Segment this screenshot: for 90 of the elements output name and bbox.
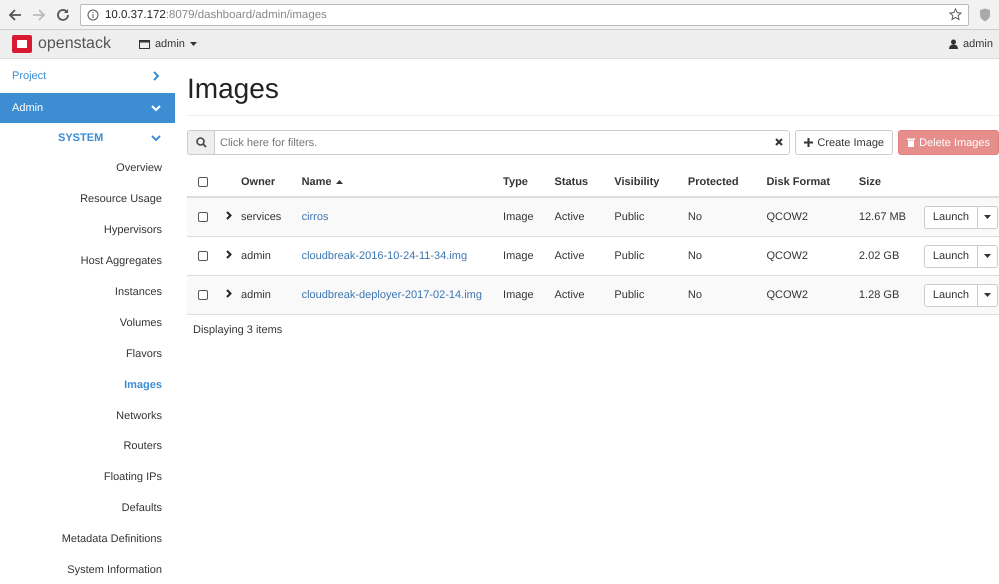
table-cell: 1.28 GB — [858, 289, 900, 301]
project-dropdown[interactable]: admin — [136, 36, 199, 52]
column-header[interactable]: Name — [302, 176, 332, 188]
column-header: Size — [858, 176, 881, 188]
star-icon[interactable] — [949, 8, 962, 21]
column-header: Visibility — [614, 176, 660, 188]
monitor-icon — [138, 40, 150, 48]
sidebar-item[interactable]: System Information — [67, 564, 162, 576]
chevron-icon — [151, 103, 161, 113]
sidebar-panel[interactable]: Admin — [0, 93, 175, 123]
launch-button[interactable]: Launch — [924, 244, 978, 268]
table-cell: Image — [503, 289, 534, 301]
actions-dropdown[interactable] — [978, 244, 998, 268]
column-header: Status — [554, 176, 588, 188]
expand-icon[interactable] — [226, 250, 232, 259]
table-cell: services — [240, 211, 282, 223]
table-cell: Active — [554, 289, 585, 301]
sidebar-item[interactable]: Metadata Definitions — [62, 533, 162, 546]
trash-icon — [907, 138, 916, 147]
logo-icon — [12, 35, 32, 53]
image-link[interactable]: cloudbreak-deployer-2017-02-14.img — [302, 289, 482, 301]
url-field[interactable]: 10.0.37.172:8079/dashboard/admin/images — [80, 4, 969, 26]
chevron-icon — [151, 133, 161, 143]
launch-button[interactable]: Launch — [924, 284, 978, 306]
actions-dropdown[interactable] — [978, 206, 998, 228]
table-cell: admin — [240, 289, 271, 301]
table-cell: 12.67 MB — [858, 211, 906, 223]
expand-icon[interactable] — [226, 211, 232, 220]
caret-icon — [190, 42, 197, 46]
clear-icon[interactable] — [775, 138, 784, 146]
select-all-checkbox[interactable] — [198, 176, 208, 187]
expand-icon[interactable] — [226, 289, 232, 298]
table-cell: QCOW2 — [766, 211, 808, 223]
table-cell: Active — [554, 250, 585, 262]
sidebar-item[interactable]: Instances — [114, 286, 162, 298]
sidebar-group[interactable]: SYSTEM — [0, 123, 175, 153]
table-cell: Active — [554, 211, 585, 223]
sidebar-item[interactable]: Host Aggregates — [80, 255, 162, 268]
table-cell: 2.02 GB — [858, 250, 900, 262]
row-checkbox[interactable] — [198, 251, 208, 262]
column-header: Type — [503, 176, 528, 188]
reload-icon[interactable] — [56, 8, 70, 22]
image-link[interactable]: cirros — [302, 211, 328, 223]
table-cell: Public — [614, 211, 644, 223]
row-checkbox[interactable] — [198, 212, 208, 222]
sidebar-item[interactable]: Defaults — [122, 502, 162, 514]
caret-icon — [984, 254, 991, 258]
table-cell: No — [688, 289, 702, 301]
back-icon[interactable] — [8, 8, 22, 22]
user-menu[interactable]: admin — [947, 36, 995, 52]
item-count: Displaying 3 items — [192, 323, 284, 338]
table-cell: admin — [240, 250, 271, 262]
filter-field[interactable]: Click here for filters. — [215, 130, 790, 155]
search-addon[interactable] — [187, 130, 215, 155]
row-checkbox[interactable] — [198, 290, 208, 300]
sidebar-panel[interactable]: Project — [0, 61, 175, 91]
sidebar-item[interactable]: Volumes — [120, 316, 162, 329]
column-header: Disk Format — [766, 176, 830, 188]
page-title: Images — [187, 59, 999, 116]
table-cell: Public — [614, 289, 644, 301]
sidebar-item[interactable]: Images — [124, 378, 162, 391]
create-button[interactable]: Create Image — [795, 130, 894, 155]
table-cell: QCOW2 — [766, 250, 808, 262]
user-icon — [949, 39, 958, 49]
table-cell: No — [688, 211, 702, 223]
sidebar-item[interactable]: Routers — [123, 440, 162, 452]
sidebar-item[interactable]: Resource Usage — [80, 193, 162, 206]
table-cell: Image — [503, 250, 534, 262]
column-header: Protected — [688, 176, 739, 188]
table-cell: QCOW2 — [766, 289, 808, 301]
plus-icon — [804, 138, 814, 147]
table-cell: Public — [614, 250, 644, 262]
column-header: Owner — [240, 176, 276, 188]
info-icon — [87, 8, 99, 20]
sort-icon — [336, 180, 343, 184]
caret-icon — [984, 293, 991, 297]
launch-button[interactable]: Launch — [924, 206, 978, 228]
chevron-icon — [151, 71, 161, 81]
brand-name: openstack — [38, 35, 111, 53]
actions-dropdown[interactable] — [978, 284, 998, 306]
sidebar-item[interactable]: Overview — [116, 162, 162, 174]
caret-icon — [984, 215, 991, 219]
image-link[interactable]: cloudbreak-2016-10-24-11-34.img — [302, 250, 468, 262]
sidebar-item[interactable]: Floating IPs — [104, 471, 162, 484]
sidebar-item[interactable]: Networks — [116, 410, 162, 422]
search-icon — [196, 137, 206, 148]
table-cell: Image — [503, 211, 534, 223]
table-cell: No — [688, 250, 702, 262]
sidebar-item[interactable]: Flavors — [126, 348, 162, 360]
sidebar-item[interactable]: Hypervisors — [104, 224, 162, 236]
